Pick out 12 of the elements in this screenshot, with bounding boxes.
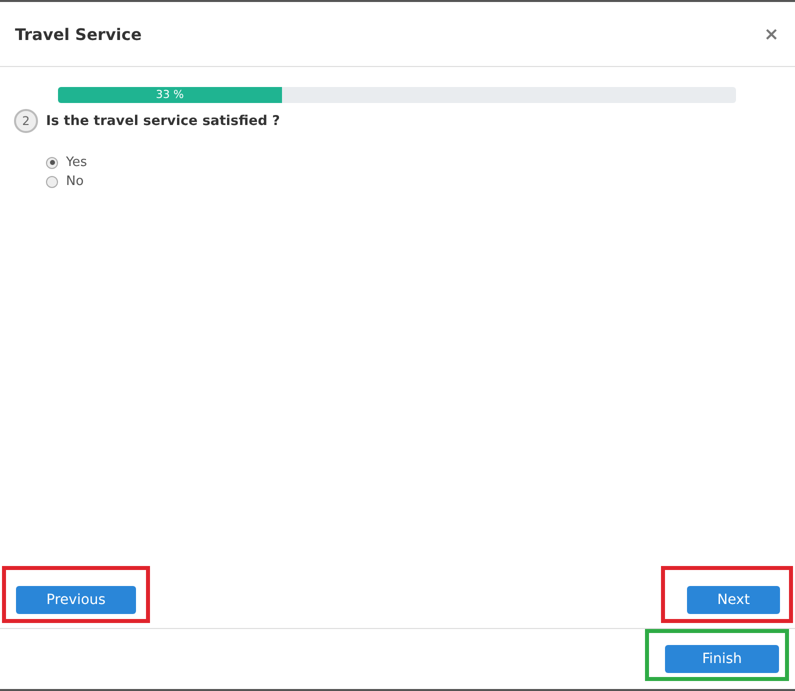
option-label: Yes (66, 155, 87, 170)
progress-fill: 33 % (58, 87, 282, 103)
radio-button[interactable] (46, 176, 58, 188)
nav-button[interactable]: Finish (665, 645, 779, 673)
question-text: Is the travel service satisfied ? (46, 113, 280, 129)
nav-button[interactable]: Next (687, 586, 780, 614)
option-label: No (66, 174, 84, 189)
nav-button[interactable]: Previous (16, 586, 136, 614)
close-icon[interactable]: × (764, 24, 779, 44)
question-number: 2 (14, 109, 38, 133)
radio-button[interactable] (46, 156, 58, 168)
dialog-title: Travel Service (15, 24, 142, 44)
